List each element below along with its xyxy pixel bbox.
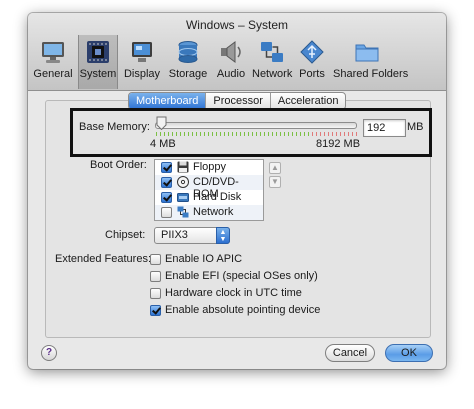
window-title: Windows – System	[185, 18, 289, 32]
display-icon	[132, 42, 152, 62]
disk-stack-icon	[178, 41, 198, 63]
boot-order-list: Floppy CD/DVD-ROM Hard Disk Network	[154, 159, 264, 221]
efi-label: Enable EFI (special OSes only)	[165, 270, 318, 282]
cd-icon	[177, 176, 189, 188]
tab-acceleration[interactable]: Acceleration	[271, 93, 346, 109]
efi-checkbox[interactable]	[150, 271, 161, 282]
settings-window: Windows – System General System Display …	[28, 13, 446, 369]
absolute-pointing-label: Enable absolute pointing device	[165, 304, 321, 316]
utc-clock-label: Hardware clock in UTC time	[165, 287, 302, 299]
boot-floppy-checkbox[interactable]	[161, 162, 172, 173]
toolbar-audio[interactable]: Audio	[214, 35, 248, 89]
toolbar-ports[interactable]: Ports	[296, 35, 328, 89]
monitor-icon	[42, 42, 64, 63]
boot-network-label: Network	[193, 206, 234, 218]
ok-button[interactable]: OK	[385, 344, 433, 362]
boot-item-hard-disk[interactable]: Hard Disk	[155, 190, 263, 205]
network-icon	[261, 42, 283, 62]
hard-disk-icon	[177, 193, 189, 202]
toolbar-general-label: General	[33, 68, 73, 80]
boot-item-cd-dvd[interactable]: CD/DVD-ROM	[155, 175, 263, 200]
chip-icon	[87, 41, 109, 63]
tab-motherboard[interactable]: Motherboard	[129, 93, 207, 109]
boot-hdd-checkbox[interactable]	[161, 192, 172, 203]
boot-order-label: Boot Order:	[90, 159, 147, 171]
toolbar-network[interactable]: Network	[252, 35, 292, 89]
toolbar-ports-label: Ports	[299, 68, 325, 80]
floppy-icon	[177, 161, 189, 173]
toolbar-system-label: System	[79, 68, 117, 80]
chipset-label: Chipset:	[105, 229, 146, 241]
toolbar-network-label: Network	[252, 68, 293, 80]
toolbar-shared-folders-label: Shared Folders	[333, 68, 409, 80]
toolbar-display-label: Display	[123, 68, 161, 80]
toolbar-storage[interactable]: Storage	[166, 35, 210, 89]
boot-item-network[interactable]: Network	[155, 205, 263, 220]
chipset-select[interactable]: PIIX3 ▲ ▼	[154, 227, 230, 244]
titlebar-toolbar: Windows – System General System Display …	[28, 13, 446, 91]
speaker-icon	[221, 41, 241, 63]
usb-ports-icon	[300, 40, 324, 64]
folder-icon	[355, 44, 379, 62]
boot-floppy-label: Floppy	[193, 161, 227, 173]
boot-item-floppy[interactable]: Floppy	[155, 160, 263, 175]
boot-cd-checkbox[interactable]	[161, 177, 172, 188]
boot-move-up-button[interactable]: ▲	[269, 162, 281, 174]
toolbar-system[interactable]: System	[78, 35, 118, 89]
boot-hdd-label: Hard Disk	[193, 191, 242, 203]
extended-features-label: Extended Features:	[55, 253, 152, 265]
chipset-value: PIIX3	[161, 229, 188, 241]
toolbar-general[interactable]: General	[32, 35, 74, 89]
toolbar-shared-folders[interactable]: Shared Folders	[333, 35, 409, 89]
io-apic-label: Enable IO APIC	[165, 253, 243, 265]
io-apic-checkbox[interactable]	[150, 254, 161, 265]
network-boot-icon	[177, 206, 189, 218]
boot-network-checkbox[interactable]	[161, 207, 172, 218]
toolbar-display[interactable]: Display	[122, 35, 162, 89]
toolbar-audio-label: Audio	[216, 68, 246, 80]
help-button[interactable]: ?	[41, 345, 57, 361]
base-memory-highlight	[70, 108, 432, 157]
tab-processor[interactable]: Processor	[206, 93, 271, 109]
chevron-updown-icon: ▲ ▼	[216, 227, 230, 244]
cancel-button[interactable]: Cancel	[325, 344, 375, 362]
toolbar-storage-label: Storage	[168, 68, 208, 80]
utc-clock-checkbox[interactable]	[150, 288, 161, 299]
boot-move-down-button[interactable]: ▼	[269, 176, 281, 188]
absolute-pointing-checkbox[interactable]	[150, 305, 161, 316]
